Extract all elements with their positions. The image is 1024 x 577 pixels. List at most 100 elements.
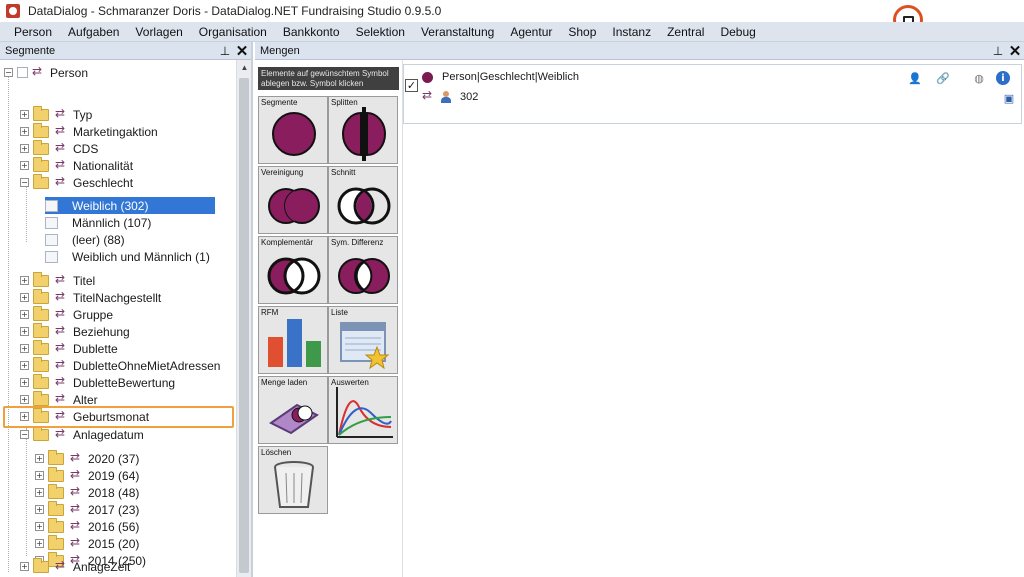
menu-shop[interactable]: Shop — [560, 25, 604, 39]
menu-debug[interactable]: Debug — [712, 25, 763, 39]
tree-root[interactable]: − Person — [4, 64, 88, 81]
folder-icon — [33, 305, 49, 321]
menu-selektion[interactable]: Selektion — [348, 25, 413, 39]
collapse-icon[interactable]: − — [4, 68, 13, 77]
tree-item[interactable]: + DubletteOhneMietAdressen — [20, 356, 220, 374]
tree-item-year[interactable]: + 2017 (23) — [35, 500, 139, 518]
expand-icon[interactable]: + — [20, 293, 29, 302]
menu-person[interactable]: Person — [0, 25, 60, 39]
tree-label: Nationalität — [73, 158, 134, 173]
tool-komplementaer[interactable]: Komplementär — [258, 236, 328, 304]
expand-icon[interactable]: + — [20, 395, 29, 404]
folder-icon — [33, 105, 49, 121]
set-count-row: 302 — [422, 88, 478, 103]
tree-item[interactable]: + Typ — [20, 105, 92, 123]
bar-chart-icon — [268, 319, 321, 367]
tool-splitten[interactable]: Splitten — [328, 96, 398, 164]
tool-rfm[interactable]: RFM — [258, 306, 328, 374]
tree-item-year[interactable]: + 2019 (64) — [35, 466, 140, 484]
expand-icon[interactable]: + — [20, 562, 29, 571]
expand-icon[interactable]: + — [35, 488, 44, 497]
tool-loeschen[interactable]: Löschen — [258, 446, 328, 514]
tree-label: Geschlecht — [73, 175, 134, 190]
menu-agentur[interactable]: Agentur — [502, 25, 560, 39]
tree-item[interactable]: + Gruppe — [20, 305, 113, 323]
tree-leaf[interactable]: Weiblich und Männlich (1) — [45, 248, 210, 265]
tree-label: Beziehung — [73, 324, 130, 339]
menu-zentral[interactable]: Zentral — [659, 25, 712, 39]
person-action-icon[interactable]: 👤 — [908, 71, 922, 85]
tree-item[interactable]: + DubletteBewertung — [20, 373, 175, 391]
tool-vereinigung[interactable]: Vereinigung — [258, 166, 328, 234]
close-icon[interactable]: ✕ — [1006, 42, 1024, 60]
expand-icon[interactable]: + — [35, 505, 44, 514]
tool-segmente[interactable]: Segmente — [258, 96, 328, 164]
segment-icon — [55, 174, 67, 189]
menu-veranstaltung[interactable]: Veranstaltung — [413, 25, 502, 39]
scroll-thumb[interactable] — [239, 78, 249, 573]
expand-icon[interactable]: + — [20, 127, 29, 136]
tool-auswerten[interactable]: Auswerten — [328, 376, 398, 444]
set-entry[interactable]: ✓ Person|Geschlecht|Weiblich 302 👤 🔗 ◍ i… — [403, 64, 1022, 124]
segment-icon — [70, 450, 82, 465]
tree-item[interactable]: + CDS — [20, 139, 99, 157]
menu-bankkonto[interactable]: Bankkonto — [275, 25, 348, 39]
tree-label: Person — [50, 65, 89, 80]
tree-item-year[interactable]: + 2020 (37) — [35, 449, 139, 467]
pin-icon[interactable]: ⊥ — [217, 44, 233, 58]
expand-icon[interactable]: + — [20, 276, 29, 285]
tree-item[interactable]: + Marketingaktion — [20, 122, 158, 140]
expand-icon[interactable]: + — [20, 161, 29, 170]
menu-instanz[interactable]: Instanz — [604, 25, 659, 39]
expand-icon[interactable]: + — [35, 471, 44, 480]
tree-item[interactable]: + Beziehung — [20, 322, 130, 340]
tool-sym-differenz[interactable]: Sym. Differenz — [328, 236, 398, 304]
expand-icon[interactable]: + — [20, 327, 29, 336]
checkbox[interactable] — [17, 67, 28, 78]
menu-vorlagen[interactable]: Vorlagen — [127, 25, 190, 39]
load-set-icon — [269, 403, 319, 435]
pin-icon[interactable]: ⊥ — [990, 44, 1006, 58]
expand-icon[interactable]: + — [35, 522, 44, 531]
tree-scrollbar[interactable]: ▲ — [236, 60, 251, 577]
info-icon[interactable]: i — [996, 71, 1010, 85]
set-checkbox[interactable]: ✓ — [405, 79, 418, 92]
tree-leaf-selected[interactable]: Weiblich (302) — [45, 197, 215, 214]
menu-organisation[interactable]: Organisation — [191, 25, 275, 39]
expand-icon[interactable]: + — [20, 144, 29, 153]
expand-icon[interactable]: + — [20, 310, 29, 319]
tool-liste[interactable]: Liste — [328, 306, 398, 374]
person-icon — [440, 91, 452, 103]
tree-item[interactable]: + Dublette — [20, 339, 118, 357]
link-icon[interactable]: 🔗 — [936, 71, 950, 85]
tree-leaf[interactable]: Männlich (107) — [45, 214, 151, 231]
tool-schnitt[interactable]: Schnitt — [328, 166, 398, 234]
tree-item-year[interactable]: + 2015 (20) — [35, 534, 139, 552]
tree-item-year[interactable]: + 2016 (56) — [35, 517, 139, 535]
close-icon[interactable]: ✕ — [233, 42, 251, 60]
tree-item-anlagedatum[interactable]: − Anlagedatum — [20, 425, 144, 443]
expand-icon[interactable]: + — [20, 378, 29, 387]
expand-icon[interactable]: + — [35, 454, 44, 463]
globe-icon[interactable]: ◍ — [972, 71, 986, 85]
tree-leaf[interactable]: (leer) (88) — [45, 231, 125, 248]
expand-icon[interactable]: + — [20, 110, 29, 119]
tool-menge-laden[interactable]: Menge laden — [258, 376, 328, 444]
tree-label: 2019 (64) — [88, 468, 140, 483]
collapse-icon[interactable]: − — [20, 430, 29, 439]
scroll-up-icon[interactable]: ▲ — [237, 60, 252, 75]
save-icon[interactable]: ▣ — [1002, 91, 1016, 105]
expand-icon[interactable]: + — [20, 344, 29, 353]
menu-aufgaben[interactable]: Aufgaben — [60, 25, 127, 39]
collapse-icon[interactable]: − — [20, 178, 29, 187]
tree-item[interactable]: − Geschlecht — [20, 173, 134, 191]
expand-icon[interactable]: + — [20, 361, 29, 370]
tree-item[interactable]: + AnlageZeit — [20, 557, 130, 575]
expand-icon[interactable]: + — [35, 539, 44, 548]
tree-item[interactable]: + Titel — [20, 271, 95, 289]
tree-item[interactable]: + Nationalität — [20, 156, 134, 174]
tree-item-year[interactable]: + 2018 (48) — [35, 483, 139, 501]
tree-label: CDS — [73, 141, 99, 156]
tree-item[interactable]: + TitelNachgestellt — [20, 288, 161, 306]
segment-icon — [55, 272, 67, 287]
